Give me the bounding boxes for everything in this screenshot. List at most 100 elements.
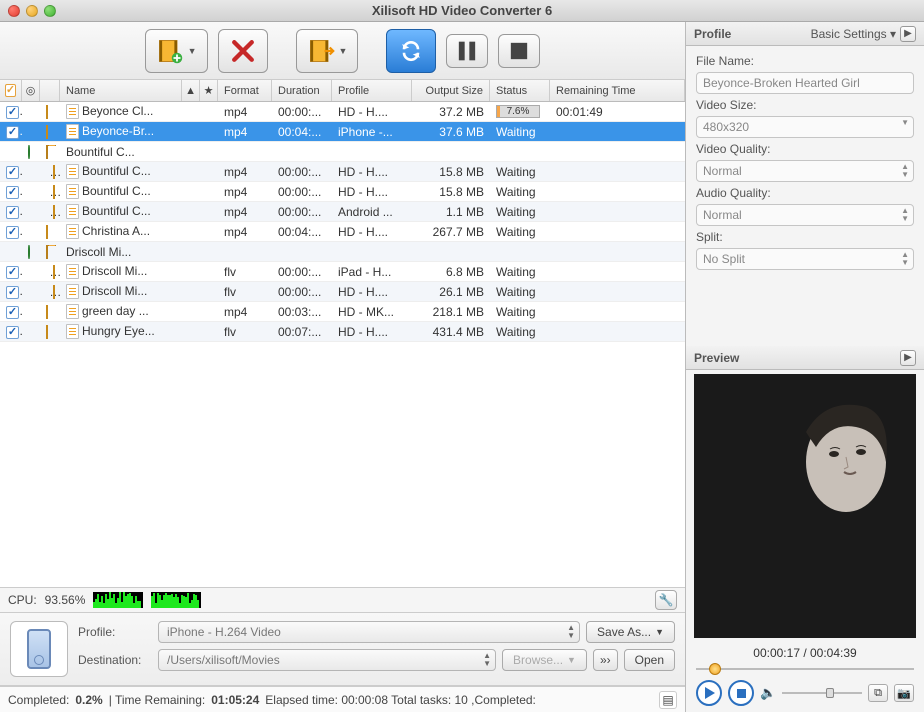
volume-slider[interactable] (782, 692, 862, 694)
table-row[interactable]: ✓green day ...mp400:03:...HD - MK...218.… (0, 302, 685, 322)
snapshot-folder-icon[interactable]: ⧉ (868, 684, 888, 702)
file-table[interactable]: ✓Beyonce Cl...mp400:00:...HD - H....37.2… (0, 102, 685, 587)
doc-icon (66, 304, 79, 319)
expand-icon[interactable] (28, 145, 30, 159)
table-row[interactable]: ✓ Bountiful C...mp400:00:...HD - H....15… (0, 182, 685, 202)
skip-button[interactable]: »› (593, 649, 618, 671)
doc-icon (66, 184, 79, 199)
row-checkbox[interactable]: ✓ (6, 186, 19, 199)
folder-row[interactable]: Driscoll Mi... (0, 242, 685, 262)
row-checkbox[interactable]: ✓ (6, 206, 19, 219)
col-profile[interactable]: Profile (332, 80, 412, 101)
col-duration[interactable]: Duration (272, 80, 332, 101)
col-sort[interactable]: ▲ (182, 80, 200, 101)
expand-icon[interactable] (28, 245, 30, 259)
row-checkbox[interactable]: ✓ (6, 326, 19, 339)
output-profile-button[interactable]: ▼ (296, 29, 359, 73)
remove-button[interactable] (218, 29, 268, 73)
video-file-icon (46, 325, 48, 339)
audioquality-input[interactable]: Normal▲▼ (696, 204, 914, 226)
row-checkbox[interactable]: ✓ (6, 166, 19, 179)
row-checkbox[interactable]: ✓ (6, 126, 19, 139)
preview-play-button[interactable] (696, 680, 722, 706)
videosize-input[interactable]: 480x320▼ (696, 116, 914, 138)
table-row[interactable]: ✓Beyonce Cl...mp400:00:...HD - H....37.2… (0, 102, 685, 122)
videoquality-input[interactable]: Normal▲▼ (696, 160, 914, 182)
pause-button[interactable] (446, 34, 488, 68)
device-thumbnail (10, 621, 68, 677)
volume-icon[interactable]: 🔈 (760, 685, 776, 701)
table-row[interactable]: ✓Beyonce-Br...mp400:04:...iPhone -...37.… (0, 122, 685, 142)
bottom-panel: Profile: iPhone - H.264 Video▲▼ Save As.… (0, 613, 685, 686)
video-file-icon (46, 225, 48, 239)
preview-video[interactable] (694, 374, 916, 638)
basic-settings-dropdown[interactable]: Basic Settings ▾ (811, 27, 896, 41)
status-bar: Completed: 0.2% | Time Remaining: 01:05:… (0, 686, 685, 712)
settings-form: File Name: Beyonce-Broken Hearted Girl V… (686, 46, 924, 278)
open-button[interactable]: Open (624, 649, 675, 671)
col-output[interactable]: Output Size (412, 80, 490, 101)
video-file-icon (53, 165, 55, 179)
folder-icon (46, 145, 48, 159)
doc-icon (66, 264, 79, 279)
row-checkbox[interactable]: ✓ (6, 266, 19, 279)
doc-icon (66, 204, 79, 219)
table-row[interactable]: ✓ Driscoll Mi...flv00:00:...iPad - H...6… (0, 262, 685, 282)
convert-button[interactable] (386, 29, 436, 73)
filename-label: File Name: (696, 54, 914, 68)
folder-row[interactable]: Bountiful C... (0, 142, 685, 162)
videoquality-label: Video Quality: (696, 142, 914, 156)
row-checkbox[interactable]: ✓ (6, 286, 19, 299)
log-icon[interactable]: ▤ (659, 691, 677, 709)
video-file-icon (53, 185, 55, 199)
expand-preview-icon[interactable]: ▶ (900, 350, 916, 366)
doc-icon (66, 164, 79, 179)
stop-button[interactable] (498, 34, 540, 68)
doc-icon (66, 104, 79, 119)
add-files-button[interactable]: ▼ (145, 29, 208, 73)
col-remaining[interactable]: Remaining Time (550, 80, 685, 101)
table-row[interactable]: ✓Christina A...mp400:04:...HD - H....267… (0, 222, 685, 242)
profile-combo[interactable]: iPhone - H.264 Video▲▼ (158, 621, 580, 643)
folder-icon (46, 245, 48, 259)
col-status[interactable]: Status (490, 80, 550, 101)
col-state[interactable]: ◎ (22, 80, 40, 101)
video-file-icon (53, 285, 55, 299)
cpu-label: CPU: (8, 593, 37, 607)
video-file-icon (46, 125, 48, 139)
row-checkbox[interactable]: ✓ (6, 106, 19, 119)
preview-panel-header: Preview ▶ (686, 346, 924, 370)
video-file-icon (46, 105, 48, 119)
snapshot-icon[interactable]: 📷 (894, 684, 914, 702)
preview-seek[interactable] (696, 664, 914, 674)
settings-icon[interactable]: 🔧 (655, 590, 677, 610)
save-as-button[interactable]: Save As... ▼ (586, 621, 675, 643)
col-name[interactable]: Name (60, 80, 182, 101)
table-row[interactable]: ✓ Driscoll Mi...flv00:00:...HD - H....26… (0, 282, 685, 302)
doc-icon (66, 124, 79, 139)
videosize-label: Video Size: (696, 98, 914, 112)
doc-icon (66, 224, 79, 239)
destination-combo[interactable]: /Users/xilisoft/Movies▲▼ (158, 649, 496, 671)
audioquality-label: Audio Quality: (696, 186, 914, 200)
browse-button[interactable]: Browse... ▼ (502, 649, 587, 671)
table-row[interactable]: ✓ Bountiful C...mp400:00:...HD - H....15… (0, 162, 685, 182)
table-row[interactable]: ✓ Bountiful C...mp400:00:...Android ...1… (0, 202, 685, 222)
chevron-down-icon: ▼ (339, 46, 348, 56)
window-title: Xilisoft HD Video Converter 6 (0, 3, 924, 18)
row-checkbox[interactable]: ✓ (6, 226, 19, 239)
video-file-icon (46, 305, 48, 319)
preview-time: 00:00:17 / 00:04:39 (686, 642, 924, 664)
col-checkbox[interactable]: ✓ (0, 80, 22, 101)
row-checkbox[interactable]: ✓ (6, 306, 19, 319)
split-input[interactable]: No Split▲▼ (696, 248, 914, 270)
table-row[interactable]: ✓Hungry Eye...flv00:07:...HD - H....431.… (0, 322, 685, 342)
cpu-graph-2 (151, 592, 201, 608)
preview-stop-button[interactable] (728, 680, 754, 706)
profile-label: Profile: (78, 625, 152, 639)
col-icon[interactable] (40, 80, 60, 101)
col-format[interactable]: Format (218, 80, 272, 101)
filename-input[interactable]: Beyonce-Broken Hearted Girl (696, 72, 914, 94)
expand-profile-icon[interactable]: ▶ (900, 26, 916, 42)
col-star[interactable]: ★ (200, 80, 218, 101)
